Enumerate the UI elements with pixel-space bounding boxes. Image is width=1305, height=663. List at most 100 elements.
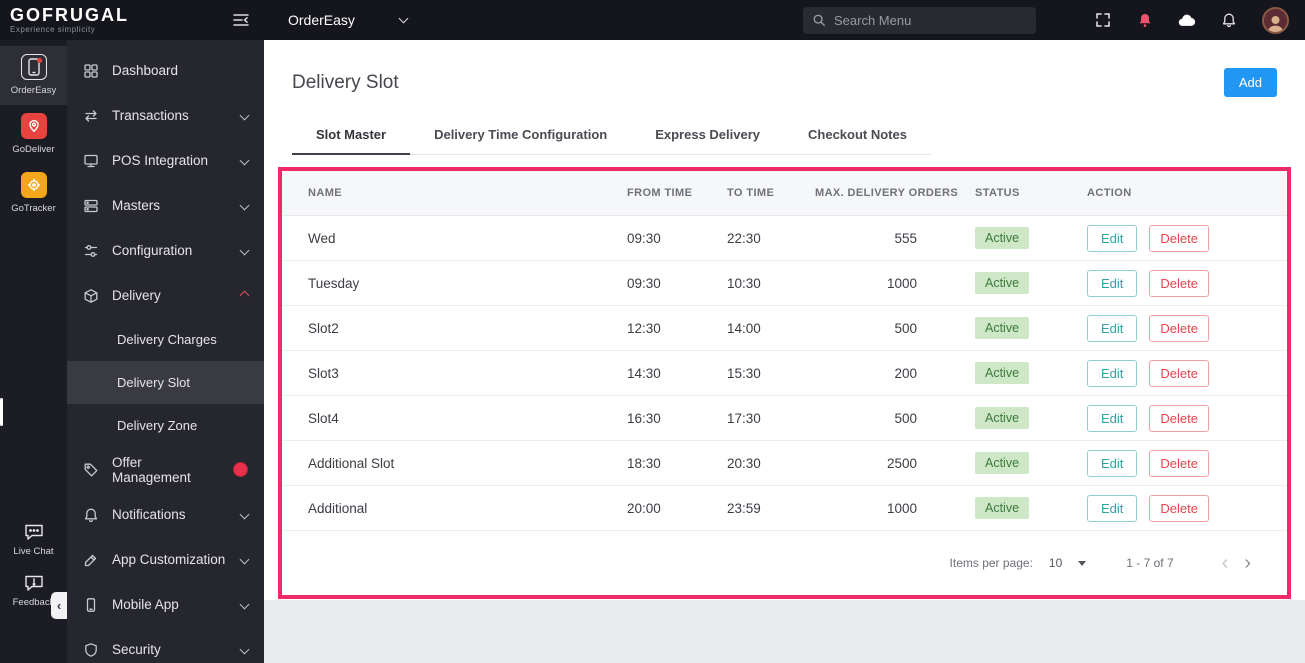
column-header-from-time: FROM TIME [627, 187, 693, 199]
sidebar-item-label: Delivery [112, 288, 161, 303]
rail-item-label: Feedback [12, 597, 55, 608]
sidebar-item-label: Mobile App [112, 597, 179, 612]
caret-down-icon [1078, 560, 1087, 566]
app-selector-dropdown[interactable]: OrderEasy [288, 12, 409, 28]
sidebar-item-dashboard[interactable]: Dashboard [67, 48, 264, 93]
edit-button[interactable]: Edit [1087, 314, 1138, 342]
notifications-bell-icon[interactable] [1220, 11, 1238, 29]
sidebar-item-offer-management[interactable]: Offer Management [67, 447, 264, 492]
edit-button[interactable]: Edit [1087, 449, 1138, 477]
column-header-max-orders: MAX. DELIVERY ORDERS [815, 187, 959, 199]
sidebar-item-security[interactable]: Security [67, 627, 264, 663]
fullscreen-icon[interactable] [1094, 11, 1112, 29]
tab-delivery-time-configuration[interactable]: Delivery Time Configuration [410, 117, 631, 154]
status-badge: Active [975, 362, 1030, 384]
slot-to-time: 23:59 [727, 500, 761, 516]
pos-integration-icon [84, 154, 98, 167]
user-avatar[interactable] [1262, 6, 1289, 34]
logo-text: GOFRUGAL [10, 5, 129, 25]
column-header-name: NAME [308, 187, 342, 199]
alerts-icon[interactable] [1136, 11, 1154, 29]
delete-button[interactable]: Delete [1149, 494, 1209, 522]
topbar-right [803, 6, 1305, 34]
sidebar-collapse-button[interactable]: ‹ [51, 592, 67, 619]
rail-item-live-chat[interactable]: Live Chat [0, 515, 67, 566]
sidebar-item-label: Notifications [112, 507, 186, 522]
sidebar-item-delivery[interactable]: Delivery [67, 273, 264, 318]
rail-item-label: GoTracker [11, 203, 56, 214]
status-badge: Active [975, 407, 1030, 429]
sidebar-item-configuration[interactable]: Configuration [67, 228, 264, 273]
chevron-down-icon [239, 554, 250, 565]
items-per-page-label: Items per page: [949, 556, 1033, 570]
chevron-down-icon [239, 509, 250, 520]
sidebar: Dashboard Transactions POS Integration M… [67, 40, 264, 663]
delivery-slot-card: Delivery Slot Add Slot Master Delivery T… [264, 40, 1305, 600]
edit-button[interactable]: Edit [1087, 269, 1138, 297]
table-row: Slot3 14:30 15:30 200 Active Edit Delete [282, 351, 1287, 396]
edit-button[interactable]: Edit [1087, 224, 1138, 252]
slot-to-time: 20:30 [727, 455, 761, 471]
app-customization-icon [84, 554, 97, 566]
tab-slot-master[interactable]: Slot Master [292, 117, 411, 155]
sidebar-item-label: Security [112, 642, 161, 657]
slot-from-time: 18:30 [627, 455, 661, 471]
table-row: Slot2 12:30 14:00 500 Active Edit Delete [282, 306, 1287, 351]
next-page-button[interactable]: › [1236, 553, 1259, 573]
slot-from-time: 12:30 [627, 320, 661, 336]
edit-button[interactable]: Edit [1087, 404, 1138, 432]
sidebar-item-label: Transactions [112, 108, 189, 123]
chevron-down-icon [239, 200, 250, 211]
delete-button[interactable]: Delete [1149, 404, 1209, 432]
slot-to-time: 17:30 [727, 410, 761, 426]
sidebar-fold-icon[interactable] [232, 13, 250, 27]
delete-button[interactable]: Delete [1149, 449, 1209, 477]
rail-item-godeliver[interactable]: GoDeliver [0, 105, 67, 164]
slot-table-highlighted: NAME FROM TIME TO TIME MAX. DELIVERY ORD… [278, 167, 1291, 599]
table-header-row: NAME FROM TIME TO TIME MAX. DELIVERY ORD… [282, 171, 1287, 216]
search-bar[interactable] [803, 6, 1036, 34]
column-header-to-time: TO TIME [727, 187, 775, 199]
sidebar-item-notifications[interactable]: Notifications [67, 492, 264, 537]
tab-checkout-notes[interactable]: Checkout Notes [784, 117, 931, 154]
slot-to-time: 15:30 [727, 365, 761, 381]
page-body: OrderEasy GoDeliver GoTracker Live Chat [0, 40, 1305, 663]
slot-name: Slot4 [308, 410, 339, 426]
security-icon [85, 642, 97, 657]
delete-button[interactable]: Delete [1149, 269, 1209, 297]
cloud-sync-icon[interactable] [1178, 11, 1196, 29]
prev-page-button[interactable]: ‹ [1214, 553, 1237, 573]
delete-button[interactable]: Delete [1149, 314, 1209, 342]
items-per-page-select[interactable]: 10 [1048, 556, 1087, 570]
column-header-status: STATUS [975, 187, 1020, 199]
card-header: Delivery Slot Add [278, 40, 1291, 113]
items-per-page-value: 10 [1048, 556, 1063, 570]
sidebar-subitem-delivery-slot[interactable]: Delivery Slot [67, 361, 264, 404]
delete-button[interactable]: Delete [1149, 224, 1209, 252]
sidebar-item-label: App Customization [112, 552, 226, 567]
edit-button[interactable]: Edit [1087, 359, 1138, 387]
chevron-down-icon [239, 245, 250, 256]
rail-item-ordereasy[interactable]: OrderEasy [0, 46, 67, 105]
tab-bar: Slot Master Delivery Time Configuration … [292, 117, 931, 155]
slot-max-orders: 555 [894, 230, 917, 246]
slot-max-orders: 2500 [886, 455, 917, 471]
edit-button[interactable]: Edit [1087, 494, 1138, 522]
rail-item-gotracker[interactable]: GoTracker [0, 164, 67, 223]
sidebar-subitem-delivery-zone[interactable]: Delivery Zone [67, 404, 264, 447]
sidebar-item-pos-integration[interactable]: POS Integration [67, 138, 264, 183]
sidebar-item-mobile-app[interactable]: Mobile App [67, 582, 264, 627]
delete-button[interactable]: Delete [1149, 359, 1209, 387]
sidebar-subitem-label: Delivery Slot [117, 375, 190, 390]
sidebar-item-label: Masters [112, 198, 161, 213]
tab-express-delivery[interactable]: Express Delivery [631, 117, 784, 154]
sidebar-item-app-customization[interactable]: App Customization [67, 537, 264, 582]
chevron-down-icon [239, 110, 250, 121]
sidebar-item-transactions[interactable]: Transactions [67, 93, 264, 138]
add-button[interactable]: Add [1223, 68, 1277, 97]
sidebar-subitem-delivery-charges[interactable]: Delivery Charges [67, 318, 264, 361]
sidebar-item-masters[interactable]: Masters [67, 183, 264, 228]
search-input[interactable] [834, 12, 1027, 28]
column-header-action: ACTION [1087, 187, 1132, 199]
slot-max-orders: 200 [894, 365, 917, 381]
